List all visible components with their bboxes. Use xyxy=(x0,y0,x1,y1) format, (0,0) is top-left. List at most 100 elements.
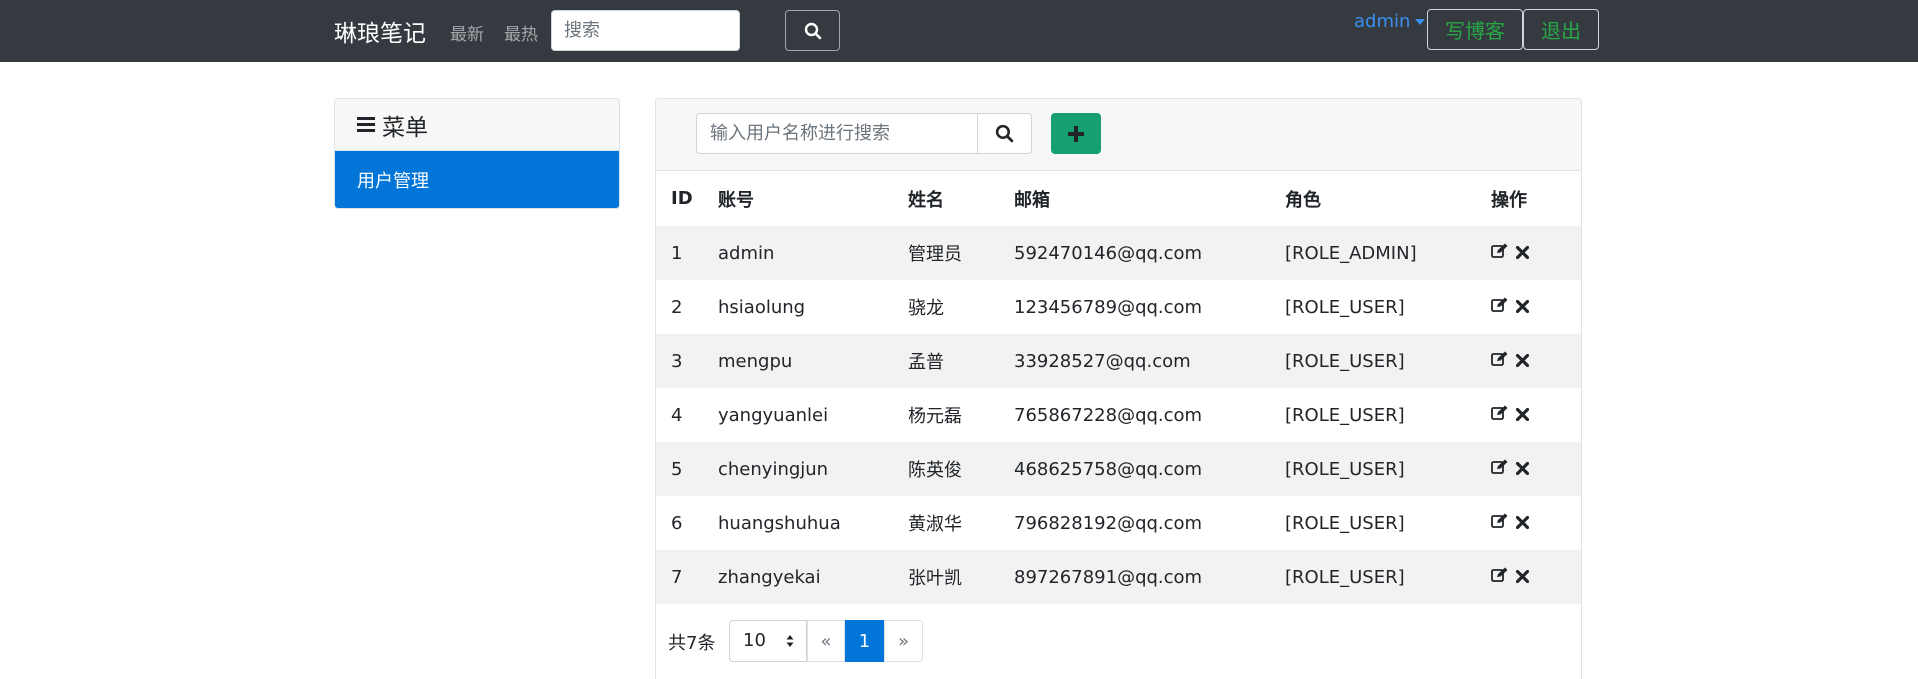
cell-role: [ROLE_ADMIN] xyxy=(1285,226,1491,280)
cell-actions xyxy=(1491,334,1581,388)
col-actions: 操作 xyxy=(1491,189,1527,211)
cell-role: [ROLE_USER] xyxy=(1285,550,1491,604)
brand-logo[interactable]: 琳琅笔记 xyxy=(334,14,426,48)
cell-id: 5 xyxy=(656,442,718,496)
cell-role: [ROLE_USER] xyxy=(1285,512,1405,534)
sidebar-item-user-management[interactable]: 用户管理 xyxy=(335,151,619,208)
pagination-bar: 共7条 10 « 1 » xyxy=(656,620,1581,662)
cell-name: 杨元磊 xyxy=(908,406,962,427)
cell-actions xyxy=(1491,442,1581,496)
cell-id: 1 xyxy=(656,226,718,280)
delete-icon[interactable] xyxy=(1515,567,1530,588)
cell-email: 33928527@qq.com xyxy=(1014,334,1285,388)
sidebar-menu: 菜单 用户管理 xyxy=(334,98,620,209)
sidebar-header: 菜单 xyxy=(335,99,619,151)
user-management-panel: 输入用户名称进行搜索 ID 账号 姓名 邮箱 角色 操作 1 admin 管理员… xyxy=(655,98,1582,679)
cell-email: 468625758@qq.com xyxy=(1014,442,1285,496)
cell-id: 7 xyxy=(656,550,718,604)
top-navbar: 琳琅笔记 最新 最热 搜索 admin 写博客 退出 xyxy=(0,0,1918,62)
cell-account: hsiaolung xyxy=(718,296,806,318)
user-search-button[interactable] xyxy=(977,113,1032,154)
cell-account: mengpu xyxy=(718,334,908,388)
logout-button[interactable]: 退出 xyxy=(1523,9,1599,50)
next-page-button[interactable]: » xyxy=(884,620,923,662)
user-search-input[interactable]: 输入用户名称进行搜索 xyxy=(696,113,978,154)
cell-id: 2 xyxy=(671,296,683,318)
edit-icon[interactable] xyxy=(1491,567,1508,588)
delete-icon[interactable] xyxy=(1515,513,1530,534)
edit-icon[interactable] xyxy=(1491,513,1508,534)
nav-hottest[interactable]: 最热 xyxy=(504,20,538,45)
cell-email: 897267891@qq.com xyxy=(1014,550,1285,604)
prev-page-button[interactable]: « xyxy=(807,620,845,662)
table-row: 4 yangyuanlei 杨元磊 765867228@qq.com [ROLE_USE… xyxy=(656,388,1581,442)
edit-icon[interactable] xyxy=(1491,297,1508,318)
delete-icon[interactable] xyxy=(1515,297,1530,318)
table-row: 5 chenyingjun 陈英俊 468625758@qq.com [ROLE_USE… xyxy=(656,442,1581,496)
delete-icon[interactable] xyxy=(1515,405,1530,426)
cell-account: admin xyxy=(718,226,908,280)
delete-icon[interactable] xyxy=(1515,459,1530,480)
search-icon xyxy=(804,22,821,39)
table-header-row: ID 账号 姓名 邮箱 角色 操作 xyxy=(656,171,1581,226)
cell-role: [ROLE_USER] xyxy=(1285,334,1491,388)
cell-role: [ROLE_USER] xyxy=(1285,404,1405,426)
add-user-button[interactable] xyxy=(1051,113,1101,154)
table-row: 2 hsiaolung 骁龙 123456789@qq.com [ROLE_USER] xyxy=(656,280,1581,334)
top-search-input[interactable]: 搜索 xyxy=(551,10,740,51)
cell-actions xyxy=(1491,226,1581,280)
delete-icon[interactable] xyxy=(1515,243,1530,264)
cell-actions xyxy=(1491,550,1581,604)
cell-account: chenyingjun xyxy=(718,442,908,496)
edit-icon[interactable] xyxy=(1491,243,1508,264)
top-search-button[interactable] xyxy=(785,10,840,51)
table-row: 6 huangshuhua 黄淑华 796828192@qq.com [ROLE_USE… xyxy=(656,496,1581,550)
table-row: 1 admin 管理员 592470146@qq.com [ROLE_ADMIN] xyxy=(656,226,1581,280)
col-role: 角色 xyxy=(1285,189,1321,211)
page-size-value: 10 xyxy=(743,630,766,651)
menu-icon xyxy=(357,117,375,132)
user-dropdown[interactable]: admin xyxy=(1354,11,1426,32)
col-id: ID xyxy=(671,188,693,209)
cell-name: 孟普 xyxy=(908,334,1014,388)
table-row: 3 mengpu 孟普 33928527@qq.com [ROLE_USER] xyxy=(656,334,1581,388)
plus-icon xyxy=(1068,125,1084,142)
nav-latest[interactable]: 最新 xyxy=(450,20,484,45)
cell-id: 4 xyxy=(671,404,683,426)
col-email: 邮箱 xyxy=(1014,189,1050,211)
cell-name: 骁龙 xyxy=(908,298,944,319)
cell-account: zhangyekai xyxy=(718,550,908,604)
table-row: 7 zhangyekai 张叶凯 897267891@qq.com [ROLE_USER… xyxy=(656,550,1581,604)
cell-email: 765867228@qq.com xyxy=(1014,404,1203,426)
page-1-button[interactable]: 1 xyxy=(845,620,884,662)
sidebar-title: 菜单 xyxy=(382,114,428,141)
edit-icon[interactable] xyxy=(1491,351,1508,372)
select-arrows-icon xyxy=(786,635,794,647)
edit-icon[interactable] xyxy=(1491,405,1508,426)
col-name: 姓名 xyxy=(908,189,944,211)
write-blog-button[interactable]: 写博客 xyxy=(1427,9,1523,50)
search-icon xyxy=(995,124,1014,143)
page-size-select[interactable]: 10 xyxy=(729,620,807,662)
delete-icon[interactable] xyxy=(1515,351,1530,372)
cell-id: 3 xyxy=(656,334,718,388)
cell-account: huangshuhua xyxy=(718,512,841,534)
cell-account: yangyuanlei xyxy=(718,404,829,426)
cell-email: 123456789@qq.com xyxy=(1014,296,1203,318)
caret-down-icon xyxy=(1415,19,1426,25)
cell-email: 796828192@qq.com xyxy=(1014,512,1203,534)
cell-id: 6 xyxy=(671,512,683,534)
cell-name: 陈英俊 xyxy=(908,442,1014,496)
col-account: 账号 xyxy=(718,189,754,211)
total-count: 共7条 xyxy=(668,633,716,654)
cell-role: [ROLE_USER] xyxy=(1285,296,1405,318)
cell-name: 张叶凯 xyxy=(908,550,1014,604)
cell-name: 黄淑华 xyxy=(908,514,962,535)
cell-actions xyxy=(1491,496,1581,550)
cell-email: 592470146@qq.com xyxy=(1014,226,1285,280)
user-table: ID 账号 姓名 邮箱 角色 操作 1 admin 管理员 592470146@qq.… xyxy=(656,171,1581,604)
edit-icon[interactable] xyxy=(1491,459,1508,480)
user-name: admin xyxy=(1354,11,1411,32)
cell-name: 管理员 xyxy=(908,226,1014,280)
cell-role: [ROLE_USER] xyxy=(1285,442,1491,496)
